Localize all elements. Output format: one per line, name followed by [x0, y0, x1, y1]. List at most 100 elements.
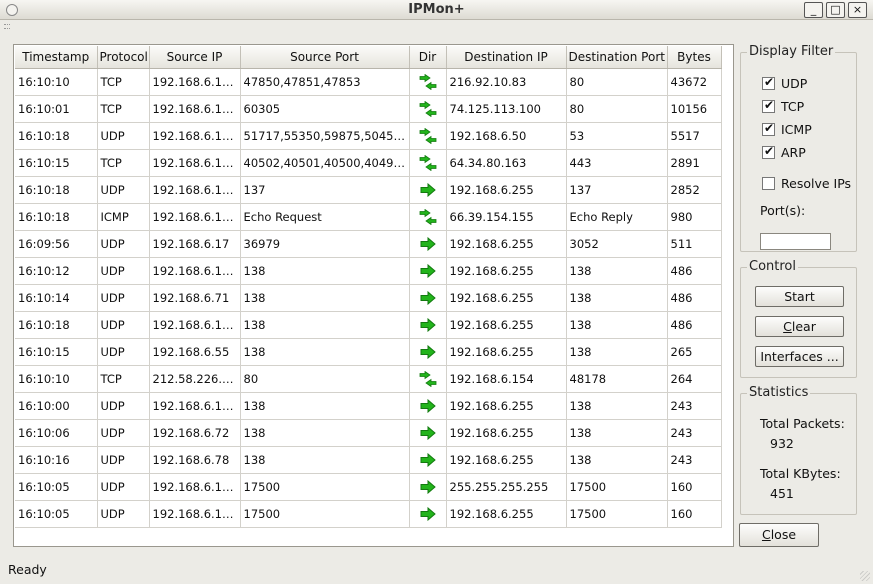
clear-label: lear: [791, 319, 816, 334]
cell-proto: UDP: [97, 257, 150, 285]
clear-button[interactable]: Clear: [755, 316, 844, 337]
table-row[interactable]: 16:09:56 UDP 192.168.6.17 36979 192.168.6.25…: [15, 230, 722, 258]
close-window-button[interactable]: ×: [848, 2, 867, 18]
window-title: IPMon+: [408, 2, 465, 17]
filter-label: UDP: [781, 76, 808, 91]
cell-dport: 138: [566, 419, 668, 447]
cell-proto: ICMP: [97, 203, 150, 231]
column-header[interactable]: Destination Port: [566, 46, 668, 69]
cell-src: 192.168.6.154: [149, 68, 241, 96]
maximize-button[interactable]: □: [826, 2, 845, 18]
cell-dport: 17500: [566, 473, 668, 501]
cell-bytes: 2852: [667, 176, 722, 204]
table-row[interactable]: 16:10:05 UDP 192.168.6.153 17500 192.168.6.2…: [15, 500, 722, 528]
title-bar: IPMon+ _ □ ×: [0, 0, 873, 20]
ports-label: Port(s):: [760, 203, 806, 218]
column-header[interactable]: Dir: [409, 46, 447, 69]
arrow-right-icon: [409, 176, 447, 204]
cell-src: 192.168.6.108: [149, 257, 241, 285]
cell-src: 192.168.6.17: [149, 230, 241, 258]
cell-sport: 138: [240, 419, 410, 447]
checkbox-icon[interactable]: [762, 177, 775, 190]
cell-dst: 66.39.154.155: [446, 203, 567, 231]
checkbox-icon[interactable]: [762, 121, 775, 136]
column-header[interactable]: Bytes: [667, 46, 722, 69]
cell-dport: 138: [566, 257, 668, 285]
column-header[interactable]: Destination IP: [446, 46, 567, 69]
cell-ts: 16:10:18: [15, 122, 98, 150]
cell-sport: 138: [240, 284, 410, 312]
cell-src: 192.168.6.154: [149, 95, 241, 123]
statistics-group: Statistics Total Packets: 932 Total KByt…: [740, 385, 857, 515]
table-row[interactable]: 16:10:00 UDP 192.168.6.149 138 192.168.6.255…: [15, 392, 722, 420]
traffic-table[interactable]: Timestamp Protocol Source IP Source Port Dir…: [13, 44, 734, 547]
column-header[interactable]: Source Port: [240, 46, 410, 69]
cell-ts: 16:10:01: [15, 95, 98, 123]
cell-sport: 138: [240, 392, 410, 420]
cell-dport: 17500: [566, 500, 668, 528]
table-row[interactable]: 16:10:15 TCP 192.168.6.154 40502,40501,4050…: [15, 149, 722, 177]
cell-dst: 192.168.6.255: [446, 230, 567, 258]
arrow-right-icon: [409, 392, 447, 420]
bidirectional-arrow-icon: [409, 122, 447, 150]
checkbox-icon[interactable]: [762, 75, 775, 90]
table-row[interactable]: 16:10:14 UDP 192.168.6.71 138 192.168.6.255 1…: [15, 284, 722, 312]
cell-ts: 16:10:10: [15, 68, 98, 96]
column-header[interactable]: Source IP: [149, 46, 241, 69]
cell-src: 192.168.6.78: [149, 446, 241, 474]
table-row[interactable]: 16:10:12 UDP 192.168.6.108 138 192.168.6.255…: [15, 257, 722, 285]
close-button[interactable]: Close: [739, 523, 819, 547]
table-body: 16:10:10 TCP 192.168.6.154 47850,47851,4785…: [15, 68, 722, 528]
cell-dport: 48178: [566, 365, 668, 393]
checkbox-icon[interactable]: [762, 98, 775, 113]
cell-src: 192.168.6.71: [149, 284, 241, 312]
cell-dst: 192.168.6.154: [446, 365, 567, 393]
cell-sport: 138: [240, 311, 410, 339]
table-row[interactable]: 16:10:01 TCP 192.168.6.154 60305 74.125.113.…: [15, 95, 722, 123]
cell-bytes: 43672: [667, 68, 722, 96]
table-row[interactable]: 16:10:15 UDP 192.168.6.55 138 192.168.6.255 1…: [15, 338, 722, 366]
table-row[interactable]: 16:10:06 UDP 192.168.6.72 138 192.168.6.255 1…: [15, 419, 722, 447]
cell-dport: 138: [566, 446, 668, 474]
cell-ts: 16:10:14: [15, 284, 98, 312]
cell-sport: Echo Request: [240, 203, 410, 231]
column-header[interactable]: Protocol: [97, 46, 150, 69]
cell-sport: 36979: [240, 230, 410, 258]
arrow-right-icon: [409, 473, 447, 501]
table-row[interactable]: 16:10:18 ICMP 192.168.6.154 Echo Request 66.…: [15, 203, 722, 231]
column-header[interactable]: Timestamp: [15, 46, 98, 69]
bidirectional-arrow-icon: [409, 203, 447, 231]
cell-proto: UDP: [97, 176, 150, 204]
cell-dst: 192.168.6.255: [446, 419, 567, 447]
table-row[interactable]: 16:10:18 UDP 192.168.6.137 137 192.168.6.255…: [15, 176, 722, 204]
start-button[interactable]: Start: [755, 286, 844, 307]
table-row[interactable]: 16:10:18 UDP 192.168.6.106 138 192.168.6.255…: [15, 311, 722, 339]
table-row[interactable]: 16:10:05 UDP 192.168.6.153 17500 255.255.255…: [15, 473, 722, 501]
cell-dst: 74.125.113.100: [446, 95, 567, 123]
status-text: Ready: [8, 562, 47, 577]
minimize-button[interactable]: _: [804, 2, 823, 18]
cell-src: 192.168.6.137: [149, 176, 241, 204]
cell-bytes: 511: [667, 230, 722, 258]
arrow-right-icon: [409, 419, 447, 447]
cell-bytes: 980: [667, 203, 722, 231]
table-row[interactable]: 16:10:10 TCP 192.168.6.154 47850,47851,4785…: [15, 68, 722, 96]
resize-grip-icon[interactable]: [860, 571, 870, 581]
ports-input[interactable]: [760, 233, 831, 250]
table-row[interactable]: 16:10:10 TCP 212.58.226.77 80 192.168.6.154 4…: [15, 365, 722, 393]
cell-bytes: 243: [667, 419, 722, 447]
cell-dport: 53: [566, 122, 668, 150]
cell-src: 192.168.6.149: [149, 392, 241, 420]
table-row[interactable]: 16:10:16 UDP 192.168.6.78 138 192.168.6.255 1…: [15, 446, 722, 474]
cell-src: 192.168.6.72: [149, 419, 241, 447]
cell-src: 192.168.6.55: [149, 338, 241, 366]
display-filter-title: Display Filter: [747, 44, 836, 59]
arrow-right-icon: [409, 338, 447, 366]
checkbox-icon[interactable]: [762, 144, 775, 159]
table-row[interactable]: 16:10:18 UDP 192.168.6.154 51717,55350,5987…: [15, 122, 722, 150]
cell-sport: 17500: [240, 500, 410, 528]
filter-label: TCP: [781, 99, 805, 114]
cell-ts: 16:10:06: [15, 419, 98, 447]
clear-mnemonic: C: [783, 319, 792, 334]
interfaces-button[interactable]: Interfaces ...: [755, 346, 844, 367]
